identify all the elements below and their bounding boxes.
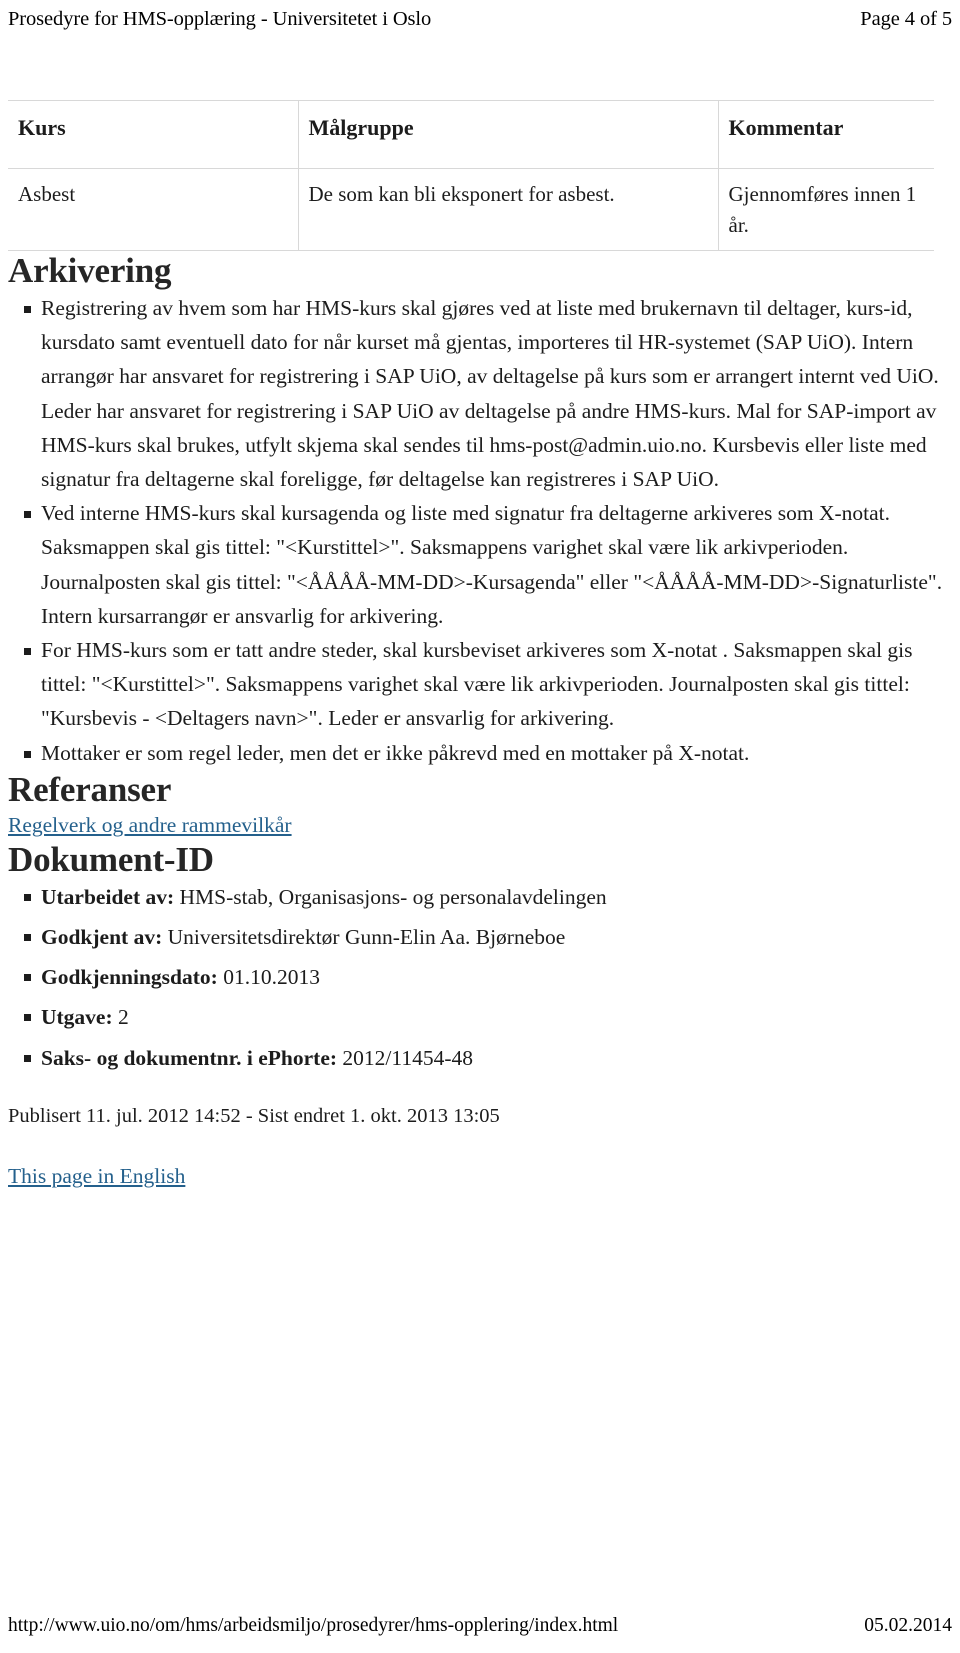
list-item: Registrering av hvem som har HMS-kurs sk… (8, 291, 952, 496)
dokument-id-value: 2012/11454-48 (342, 1045, 474, 1070)
list-item: Mottaker er som regel leder, men det er … (8, 736, 952, 770)
dokument-id-label: Utgave: (41, 1005, 113, 1030)
arkivering-bullet-list: Registrering av hvem som har HMS-kurs sk… (8, 291, 952, 770)
print-header-title: Prosedyre for HMS-opplæring - Universite… (8, 8, 432, 30)
list-item: Saks- og dokumentnr. i ePhorte: 2012/114… (8, 1041, 952, 1075)
section-heading-referanser: Referanser (8, 769, 172, 809)
list-item: Godkjenningsdato: 01.10.2013 (8, 960, 952, 994)
published-modified-line: Publisert 11. jul. 2012 14:52 - Sist end… (8, 1104, 500, 1127)
print-footer: http://www.uio.no/om/hms/arbeidsmiljo/pr… (8, 1613, 952, 1639)
print-footer-url: http://www.uio.no/om/hms/arbeidsmiljo/pr… (8, 1615, 619, 1636)
page-content: Kurs Målgruppe Kommentar Asbest De som k… (8, 100, 952, 1191)
table-row: Asbest De som kan bli eksponert for asbe… (8, 168, 934, 251)
table-cell-malgruppe: De som kan bli eksponert for asbest. (297, 168, 719, 251)
link-regelverk-og-andre-rammevilkar[interactable]: Regelverk og andre rammevilkår (8, 810, 292, 840)
table-cell-kurs: Asbest (8, 168, 299, 251)
dokument-id-value: 01.10.2013 (223, 965, 320, 990)
list-item: Utgave: 2 (8, 1000, 952, 1034)
link-this-page-in-english[interactable]: This page in English (8, 1161, 185, 1191)
dokument-id-label: Saks- og dokumentnr. i ePhorte: (41, 1045, 338, 1070)
list-item: For HMS-kurs som er tatt andre steder, s… (8, 633, 952, 736)
table-cell-kommentar: Gjennomføres innen 1 år. (717, 168, 934, 251)
dokument-id-label: Godkjent av: (41, 925, 163, 950)
table-column-header-kommentar: Kommentar (717, 100, 934, 169)
dokument-id-value: 2 (118, 1005, 129, 1030)
print-header: Prosedyre for HMS-opplæring - Universite… (8, 6, 952, 36)
table-column-header-malgruppe: Målgruppe (297, 100, 719, 169)
section-heading-dokument-id: Dokument-ID (8, 839, 214, 879)
course-table: Kurs Målgruppe Kommentar Asbest De som k… (8, 100, 934, 251)
section-heading-arkivering: Arkivering (8, 251, 172, 290)
dokument-id-value: HMS-stab, Organisasjons- og personalavde… (179, 884, 607, 909)
table-column-header-kurs: Kurs (8, 100, 299, 169)
dokument-id-list: Utarbeidet av: HMS-stab, Organisasjons- … (8, 880, 952, 1075)
print-header-page-number: Page 4 of 5 (860, 8, 952, 30)
list-item: Ved interne HMS-kurs skal kursagenda og … (8, 496, 952, 633)
dokument-id-value: Universitetsdirektør Gunn-Elin Aa. Bjørn… (167, 925, 566, 950)
table-header-row: Kurs Målgruppe Kommentar (8, 100, 934, 169)
print-footer-date: 05.02.2014 (864, 1615, 952, 1636)
list-item: Utarbeidet av: HMS-stab, Organisasjons- … (8, 880, 952, 914)
dokument-id-label: Utarbeidet av: (41, 884, 175, 909)
list-item: Godkjent av: Universitetsdirektør Gunn-E… (8, 920, 952, 954)
english-link-container: This page in English (8, 1161, 952, 1191)
dokument-id-label: Godkjenningsdato: (41, 965, 218, 990)
